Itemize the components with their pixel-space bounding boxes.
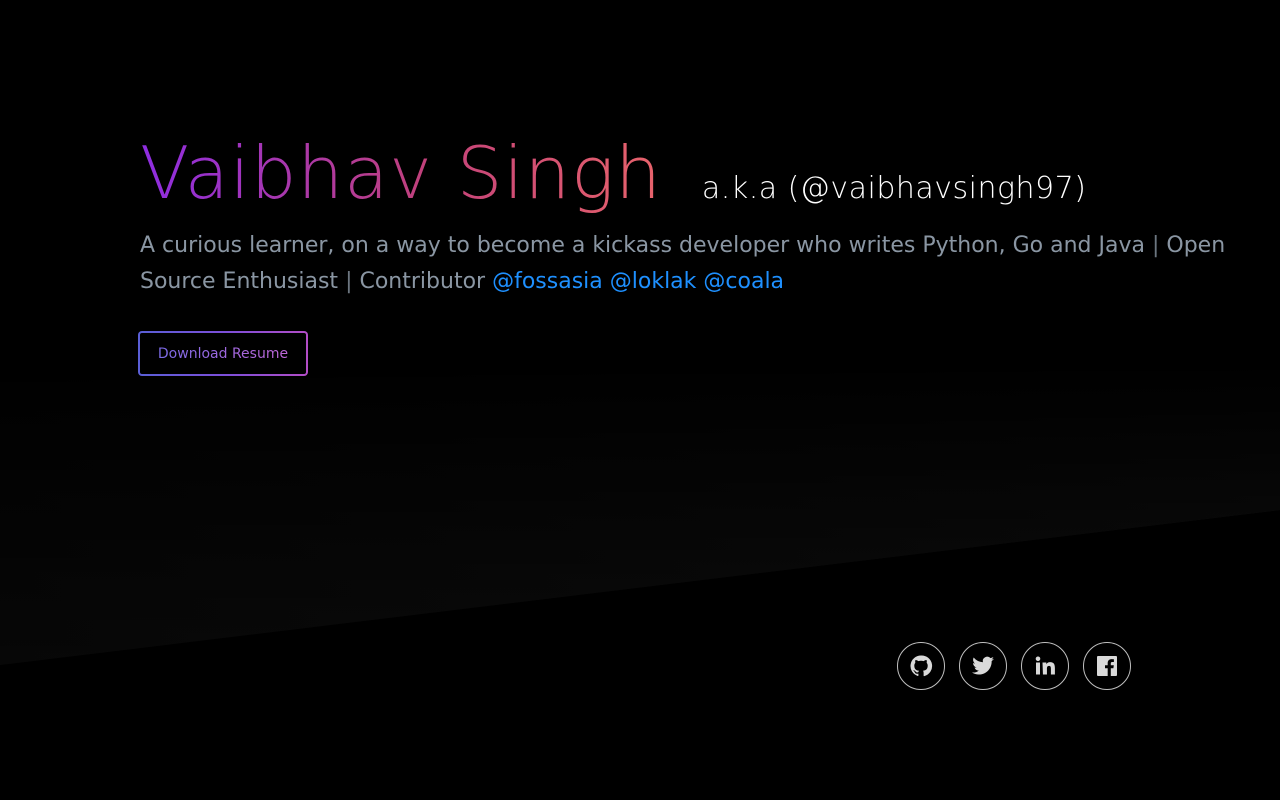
link-fossasia[interactable]: @fossasia <box>492 269 603 294</box>
download-resume-label: Download Resume <box>157 345 289 362</box>
linkedin-icon <box>1035 656 1055 675</box>
tagline-separator: | <box>1151 233 1160 258</box>
hero-tagline: A curious learner, on a way to become a … <box>140 228 1240 300</box>
social-links <box>897 642 1131 690</box>
twitter-icon <box>972 656 994 675</box>
facebook-icon <box>1097 656 1117 676</box>
link-coala[interactable]: @coala <box>703 269 784 294</box>
hero-name: Vaibhav Singh <box>140 128 662 218</box>
download-resume-button[interactable]: Download Resume <box>138 331 308 376</box>
hero-aka-handle: a.k.a (@vaibhavsingh97) <box>701 171 1087 206</box>
github-button[interactable] <box>897 642 945 690</box>
tagline-separator: | <box>345 269 353 294</box>
tagline-text-3: Contributor <box>359 269 486 294</box>
tagline-text-1: A curious learner, on a way to become a … <box>140 233 1145 258</box>
link-loklak[interactable]: @loklak <box>610 269 697 294</box>
twitter-button[interactable] <box>959 642 1007 690</box>
github-icon <box>910 655 933 677</box>
hero-section: Vaibhav Singh a.k.a (@vaibhavsingh97) A … <box>140 128 1240 300</box>
title-row: Vaibhav Singh a.k.a (@vaibhavsingh97) <box>140 128 1240 218</box>
linkedin-button[interactable] <box>1021 642 1069 690</box>
page: Vaibhav Singh a.k.a (@vaibhavsingh97) A … <box>0 0 1280 800</box>
facebook-button[interactable] <box>1083 642 1131 690</box>
